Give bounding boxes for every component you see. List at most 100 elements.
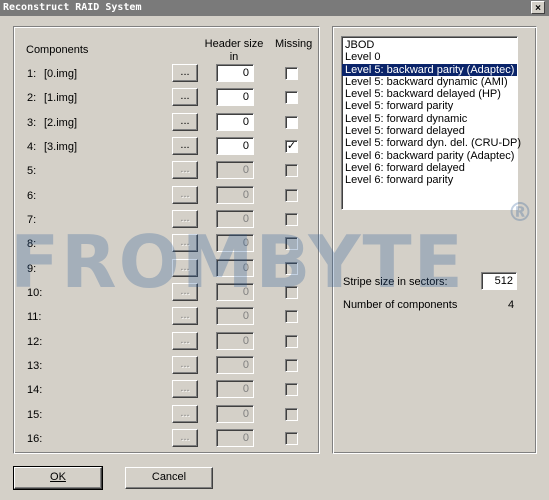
component-label: 7: xyxy=(27,214,36,226)
browse-button[interactable]: ... xyxy=(172,161,198,180)
raid-level-option[interactable]: Level 5: forward delayed xyxy=(342,125,517,137)
cancel-button[interactable]: Cancel xyxy=(125,467,213,489)
component-label: 4: [3.img] xyxy=(27,140,77,153)
title-bar: Reconstruct RAID System × xyxy=(0,0,549,16)
component-label: 5: xyxy=(27,165,36,177)
component-index: 3: xyxy=(27,116,37,129)
raid-level-option[interactable]: Level 5: forward parity xyxy=(342,100,517,112)
missing-checkbox[interactable] xyxy=(285,261,298,275)
missing-checkbox[interactable] xyxy=(285,115,298,129)
raid-level-option[interactable]: JBOD xyxy=(342,39,517,51)
raid-level-option[interactable]: Level 5: forward dyn. del. (CRU-DP) xyxy=(342,137,521,149)
raid-level-option[interactable]: Level 6: forward delayed xyxy=(342,162,517,174)
component-index: 1: xyxy=(27,68,37,80)
browse-button[interactable]: ... xyxy=(172,136,198,155)
missing-checkbox[interactable] xyxy=(285,212,298,226)
stripe-size-label: Stripe size in sectors: xyxy=(343,276,448,288)
header-size-input[interactable]: 0 xyxy=(216,428,254,447)
header-size-input[interactable]: 0 xyxy=(216,234,254,253)
browse-button[interactable]: ... xyxy=(172,404,198,423)
component-index: 7: xyxy=(27,213,37,226)
missing-checkbox[interactable] xyxy=(285,358,298,372)
stripe-size-input[interactable]: 512 xyxy=(481,272,517,290)
header-size-input[interactable]: 0 xyxy=(216,331,254,350)
browse-button[interactable]: ... xyxy=(172,331,198,350)
component-label: 13: xyxy=(27,360,42,372)
window-title: Reconstruct RAID System xyxy=(3,2,142,13)
component-label: 2: [1.img] xyxy=(27,92,77,104)
browse-button[interactable]: ... xyxy=(172,112,198,131)
header-size-input[interactable]: 0 xyxy=(216,136,254,155)
component-label: 12: xyxy=(27,336,42,348)
header-size-input[interactable]: 0 xyxy=(216,404,254,423)
component-row: 2: [1.img]... 0 xyxy=(0,88,320,110)
raid-level-option[interactable]: Level 5: backward parity (Adaptec) xyxy=(342,63,517,76)
component-index: 9: xyxy=(27,262,37,275)
component-row: 5:... 0 xyxy=(0,161,320,183)
component-label: 11: xyxy=(27,311,41,323)
header-size-input[interactable]: 0 xyxy=(216,209,254,228)
component-label: 3: [2.img] xyxy=(27,116,77,129)
component-index: 4: xyxy=(27,140,37,153)
browse-button[interactable]: ... xyxy=(172,88,198,107)
raid-level-option[interactable]: Level 6: backward parity (Adaptec) xyxy=(342,150,517,162)
header-size-input[interactable]: 0 xyxy=(216,88,254,107)
component-label: 8: xyxy=(27,238,36,250)
browse-button[interactable]: ... xyxy=(172,234,198,253)
component-row: 6:... 0 xyxy=(0,185,320,208)
raid-level-option[interactable]: Level 5: backward dynamic (AMI) xyxy=(342,76,517,88)
header-size-input[interactable]: 0 xyxy=(216,258,254,277)
raid-level-list[interactable]: JBOD Level 0 Level 5: backward parity (Ada… xyxy=(341,36,521,210)
close-icon[interactable]: × xyxy=(531,1,545,14)
missing-checkbox[interactable] xyxy=(285,91,298,105)
component-index: 16: xyxy=(27,432,43,445)
missing-checkbox[interactable] xyxy=(285,383,298,397)
browse-button[interactable]: ... xyxy=(172,64,198,82)
header-size-input[interactable]: 0 xyxy=(216,64,254,82)
missing-checkbox[interactable]: ✓ xyxy=(285,139,298,153)
browse-button[interactable]: ... xyxy=(172,428,198,447)
component-row: 9:... 0 xyxy=(0,258,320,281)
component-index: 5: xyxy=(27,165,37,178)
header-size-input[interactable]: 0 xyxy=(216,355,254,374)
component-row: 8:... 0 xyxy=(0,234,320,256)
missing-checkbox[interactable] xyxy=(285,164,298,178)
header-size-input[interactable]: 0 xyxy=(216,161,254,180)
component-file: [3.img] xyxy=(44,140,78,153)
missing-checkbox[interactable] xyxy=(285,237,298,251)
raid-level-option[interactable]: Level 5: backward delayed (HP) xyxy=(342,88,517,100)
missing-checkbox[interactable] xyxy=(285,67,298,80)
header-size-input[interactable]: 0 xyxy=(216,282,254,301)
missing-checkbox[interactable] xyxy=(285,188,298,202)
header-size-input[interactable]: 0 xyxy=(216,380,254,399)
component-label: 14: xyxy=(27,384,42,396)
browse-button[interactable]: ... xyxy=(172,355,198,374)
missing-checkbox[interactable] xyxy=(285,285,298,299)
missing-checkbox[interactable] xyxy=(285,431,298,445)
header-size-input[interactable]: 0 xyxy=(216,307,254,326)
header-size-input[interactable]: 0 xyxy=(216,185,254,204)
missing-checkbox[interactable] xyxy=(285,334,298,348)
raid-level-option[interactable]: Level 6: forward parity xyxy=(342,174,517,186)
component-row: 13:... 0 xyxy=(0,355,320,378)
component-index: 6: xyxy=(27,189,37,202)
browse-button[interactable]: ... xyxy=(172,380,198,399)
browse-button[interactable]: ... xyxy=(172,307,198,326)
header-size-input[interactable]: 0 xyxy=(216,112,254,131)
browse-button[interactable]: ... xyxy=(172,185,198,204)
missing-header: Missing xyxy=(275,38,313,50)
components-header: Components xyxy=(26,44,89,56)
raid-level-option[interactable]: Level 0 xyxy=(342,51,517,63)
component-file: [2.img] xyxy=(44,116,78,129)
browse-button[interactable]: ... xyxy=(172,282,198,301)
missing-checkbox[interactable] xyxy=(285,310,298,324)
browse-button[interactable]: ... xyxy=(172,209,198,228)
component-row: 4: [3.img]... 0 ✓ xyxy=(0,136,320,159)
component-label: 6: xyxy=(27,190,36,202)
component-row: 3: [2.img]... 0 xyxy=(0,112,320,135)
component-file: [1.img] xyxy=(44,92,78,105)
ok-button[interactable]: OK xyxy=(13,466,103,490)
browse-button[interactable]: ... xyxy=(172,258,198,277)
raid-level-option[interactable]: Level 5: forward dynamic xyxy=(342,113,517,125)
missing-checkbox[interactable] xyxy=(285,407,298,421)
